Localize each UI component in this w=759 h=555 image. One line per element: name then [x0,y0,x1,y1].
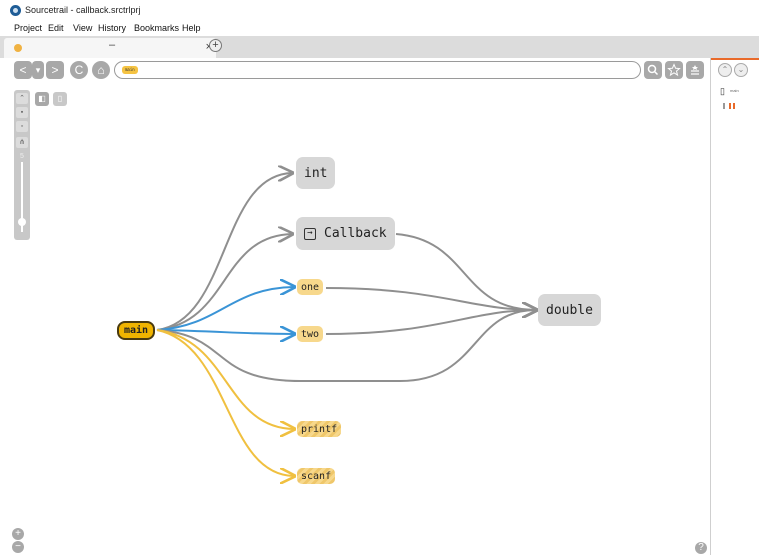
edge-callback-double[interactable] [395,233,536,310]
edge-one-double[interactable] [325,287,536,310]
code-next-button[interactable]: ⌄ [734,63,748,77]
tab-status-dot-icon [14,44,22,52]
menu-bar: Project Edit View History Bookmarks Help [0,20,759,36]
history-dropdown-button[interactable]: ▾ [32,61,44,79]
node-callback-label: Callback [324,226,387,241]
tab-strip: – × + [0,36,759,58]
edge-two-double[interactable] [325,310,536,335]
help-button[interactable]: ? [695,542,707,554]
menu-edit[interactable]: Edit [48,23,64,33]
title-bar: Sourcetrail - callback.srctrlprj [0,0,759,20]
menu-history[interactable]: History [98,23,126,33]
tab-minimize-icon: – [109,39,116,51]
node-double[interactable]: double [538,294,601,326]
search-icon [647,64,659,76]
forward-button[interactable]: > [46,61,64,79]
search-input[interactable]: main [114,61,641,79]
node-scanf[interactable]: scanf [297,468,336,484]
edge-main-int[interactable] [156,173,292,331]
bookmark-list-icon [691,65,699,75]
node-main[interactable]: main [117,321,156,340]
star-icon [667,63,681,77]
code-file-label: main [730,88,739,93]
edge-main-double[interactable] [156,310,536,382]
menu-help[interactable]: Help [182,23,201,33]
code-panel: ⌃ ⌄ ▯ main [710,58,759,555]
search-button[interactable] [644,61,662,79]
node-callback[interactable]: → Callback [296,217,395,250]
edge-main-scanf[interactable] [156,329,294,476]
new-tab-button[interactable]: + [209,39,222,52]
window-title: Sourcetrail - callback.srctrlprj [25,5,141,15]
menu-bookmarks[interactable]: Bookmarks [134,23,179,33]
menu-project[interactable]: Project [14,23,42,33]
line-marker [723,103,725,109]
tab-main[interactable]: – × [4,38,216,58]
refresh-button[interactable]: C [70,61,88,79]
class-icon: → [304,227,316,240]
search-token-chip[interactable]: main [122,66,138,74]
code-snippet-markers [723,103,743,111]
node-two[interactable]: two [297,326,324,342]
graph-edges [156,84,710,555]
back-button[interactable]: < [14,61,32,79]
home-button[interactable]: ⌂ [92,61,110,79]
sourcetrail-logo-icon [10,5,21,16]
code-prev-button[interactable]: ⌃ [718,63,732,77]
line-marker [733,103,735,109]
toolbar: < ▾ > C ⌂ main [0,58,710,84]
file-icon: ▯ [720,86,725,96]
menu-view[interactable]: View [73,23,92,33]
bookmark-button[interactable] [665,61,683,79]
node-int[interactable]: int [296,157,336,189]
node-one[interactable]: one [297,279,324,295]
zoom-out-button[interactable]: − [12,541,24,553]
line-marker [729,103,731,109]
panel-accent-bar [711,58,759,60]
bookmark-manager-button[interactable] [686,61,704,79]
graph-view: int → Callback one two double printf sca… [0,84,710,555]
zoom-in-button[interactable]: + [12,528,24,540]
node-printf[interactable]: printf [297,421,342,437]
